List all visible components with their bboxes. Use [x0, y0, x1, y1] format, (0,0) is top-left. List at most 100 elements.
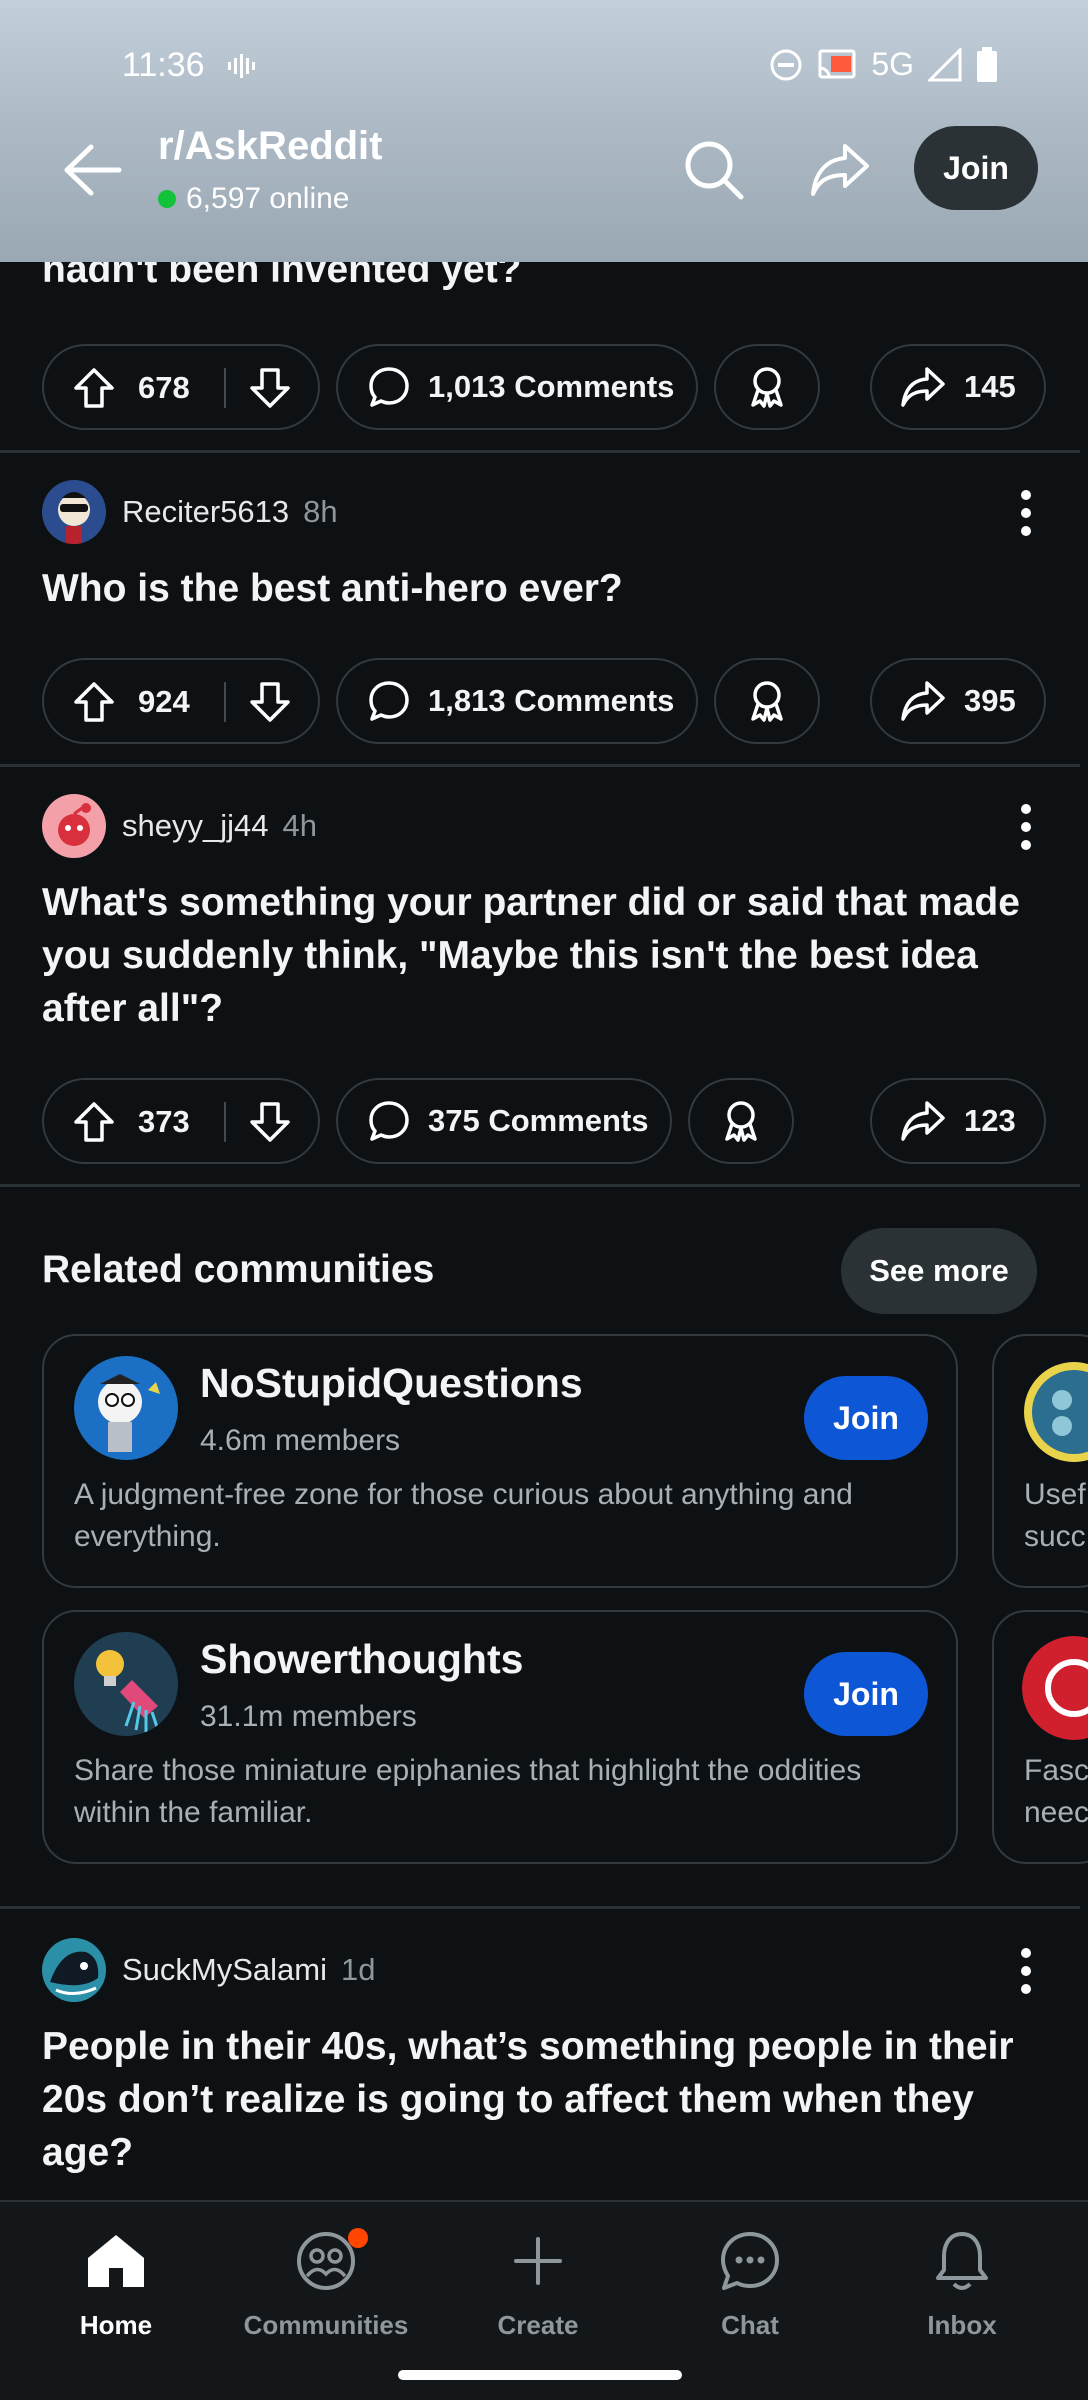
- divider: [0, 1184, 1080, 1187]
- award-button[interactable]: [688, 1078, 794, 1164]
- vote-pill: 924: [42, 658, 320, 744]
- share-post-button[interactable]: 123: [870, 1078, 1046, 1164]
- award-icon: [725, 1101, 757, 1142]
- award-button[interactable]: [714, 344, 820, 430]
- community-avatar: [74, 1632, 178, 1736]
- online-label: 6,597 online: [186, 182, 350, 215]
- join-community-button[interactable]: Join: [804, 1376, 928, 1460]
- more-options-button[interactable]: [1006, 1944, 1046, 1998]
- share-count: 395: [964, 683, 1016, 718]
- avatar[interactable]: [42, 480, 106, 544]
- top-header: 11:36 5G r/AskReddit 6,597 online Join: [0, 0, 1088, 262]
- upvote-button[interactable]: [72, 680, 116, 732]
- community-description: Fasc neec: [1024, 1754, 1088, 1829]
- post-actions: 924 1,813 Comments 395: [42, 658, 1046, 744]
- share-count: 145: [964, 369, 1016, 404]
- vote-separator: [224, 682, 226, 722]
- comments-label: 1,013 Comments: [428, 369, 675, 404]
- cast-icon: [817, 48, 857, 82]
- comments-button[interactable]: 1,013 Comments: [336, 344, 698, 430]
- post-title[interactable]: Who is the best anti-hero ever?: [42, 562, 1046, 615]
- vibrate-icon: [228, 52, 258, 85]
- community-description: Share those miniature epiphanies that hi…: [74, 1754, 862, 1829]
- upvote-button[interactable]: [72, 1100, 116, 1152]
- nav-label: Home: [79, 2310, 153, 2340]
- vote-pill: 373: [42, 1078, 320, 1164]
- upvote-count: 373: [138, 1104, 190, 1139]
- see-more-button[interactable]: See more: [841, 1228, 1037, 1314]
- avatar[interactable]: [42, 794, 106, 858]
- share-count: 123: [964, 1103, 1016, 1138]
- back-button[interactable]: [58, 138, 128, 202]
- join-subreddit-button[interactable]: Join: [914, 126, 1038, 210]
- downvote-button[interactable]: [248, 1100, 292, 1152]
- award-icon: [751, 367, 783, 408]
- nav-label: Inbox: [927, 2310, 997, 2340]
- nav-label: Communities: [243, 2310, 409, 2340]
- nav-inbox[interactable]: Inbox: [872, 2226, 1052, 2341]
- community-members: 4.6m members: [200, 1424, 401, 1457]
- community-members: 31.1m members: [200, 1700, 417, 1733]
- home-indicator[interactable]: [398, 2370, 682, 2380]
- community-card-peek[interactable]: Fasc neec: [992, 1610, 1088, 1864]
- back-arrow-icon: [64, 144, 122, 196]
- community-avatar: [1022, 1636, 1088, 1740]
- downvote-button[interactable]: [248, 680, 292, 732]
- more-vertical-icon: [1021, 490, 1031, 536]
- more-options-button[interactable]: [1006, 800, 1046, 854]
- join-community-button[interactable]: Join: [804, 1652, 928, 1736]
- nav-home[interactable]: Home: [26, 2226, 206, 2341]
- community-description: A judgment-free zone for those curious a…: [74, 1478, 853, 1553]
- divider: [0, 1906, 1080, 1909]
- comment-icon: [369, 367, 409, 407]
- divider: [0, 764, 1080, 767]
- nav-create[interactable]: Create: [448, 2226, 628, 2341]
- community-card[interactable]: Showerthoughts 31.1m members Share those…: [42, 1610, 958, 1864]
- post-age: 1d: [341, 1952, 376, 1987]
- share-icon: [901, 367, 945, 407]
- search-icon: [685, 141, 744, 200]
- more-options-button[interactable]: [1006, 486, 1046, 540]
- comments-button[interactable]: 375 Comments: [336, 1078, 672, 1164]
- home-icon: [88, 2235, 144, 2287]
- comments-label: 375 Comments: [428, 1103, 649, 1138]
- notification-dot: [348, 2228, 368, 2248]
- upvote-count: 678: [138, 370, 190, 405]
- status-bar: 11:36 5G: [0, 40, 1088, 90]
- community-card-peek[interactable]: Usef succ: [992, 1334, 1088, 1588]
- share-post-button[interactable]: 145: [870, 344, 1046, 430]
- nav-communities[interactable]: Communities: [236, 2226, 416, 2341]
- award-button[interactable]: [714, 658, 820, 744]
- more-vertical-icon: [1021, 804, 1031, 850]
- search-button[interactable]: [674, 130, 754, 210]
- share-icon: [811, 144, 869, 196]
- downvote-button[interactable]: [248, 366, 292, 418]
- post-age: 4h: [282, 808, 317, 843]
- vote-separator: [224, 1102, 226, 1142]
- community-card[interactable]: NoStupidQuestions 4.6m members A judgmen…: [42, 1334, 958, 1588]
- post-author[interactable]: Reciter5613: [122, 494, 289, 530]
- post-title[interactable]: People in their 40s, what’s something pe…: [42, 2020, 1046, 2179]
- online-dot-icon: [158, 190, 176, 208]
- community-avatar: [74, 1356, 178, 1460]
- post-header: Reciter5613 8h: [42, 480, 1046, 544]
- comments-button[interactable]: 1,813 Comments: [336, 658, 698, 744]
- subreddit-name[interactable]: r/AskReddit: [158, 124, 383, 169]
- nav-label: Create: [497, 2310, 579, 2340]
- avatar[interactable]: [42, 1938, 106, 2002]
- nav-chat[interactable]: Chat: [660, 2226, 840, 2341]
- comments-label: 1,813 Comments: [428, 683, 675, 718]
- share-button[interactable]: [800, 130, 880, 210]
- comment-icon: [369, 681, 409, 721]
- post-title[interactable]: What's something your partner did or sai…: [42, 876, 1046, 1035]
- post-author[interactable]: sheyy_jj44: [122, 808, 268, 844]
- upvote-button[interactable]: [72, 366, 116, 418]
- post-author[interactable]: SuckMySalami: [122, 1952, 327, 1988]
- post-header: SuckMySalami 1d: [42, 1938, 1046, 2002]
- related-communities-title: Related communities: [42, 1248, 435, 1291]
- app-bar: r/AskReddit 6,597 online Join: [0, 120, 1088, 220]
- online-count: 6,597 online: [158, 182, 349, 216]
- status-time: 11:36: [122, 46, 205, 84]
- share-post-button[interactable]: 395: [870, 658, 1046, 744]
- award-icon: [751, 681, 783, 722]
